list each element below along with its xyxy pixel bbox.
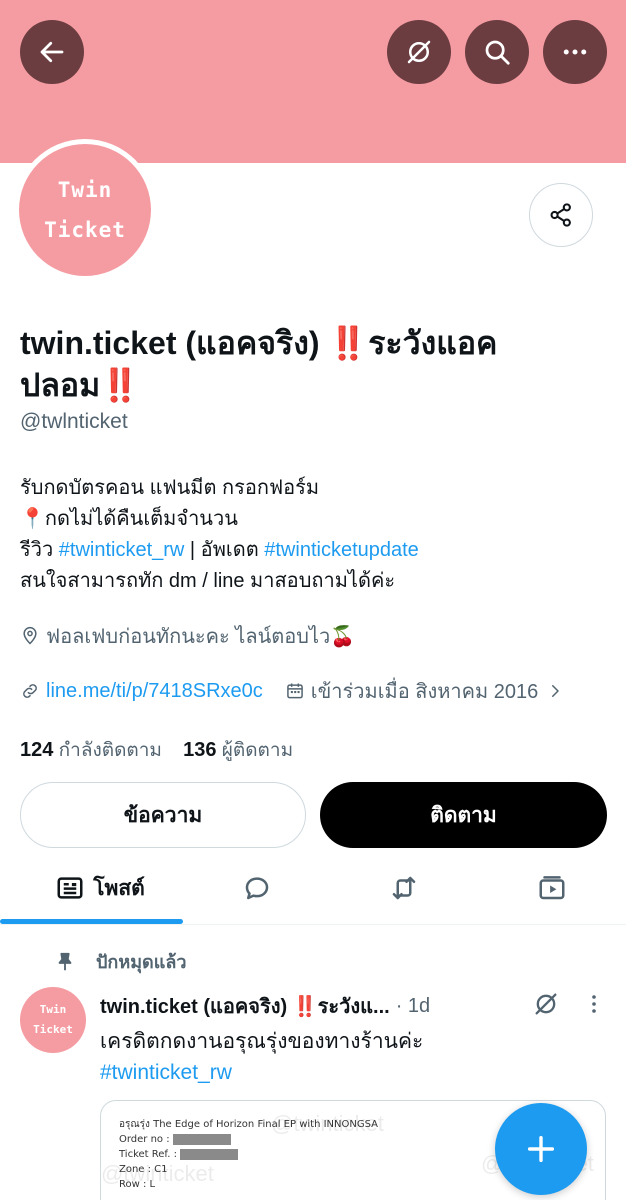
post-author-name[interactable]: twin.ticket (แอคจริง) ‼️ระวังแ... [100, 990, 390, 1022]
post-header: twin.ticket (แอคจริง) ‼️ระวังแ... · 1d [100, 990, 520, 1022]
hashtag-link[interactable]: #twinticket_rw [100, 1057, 600, 1088]
grok-icon [407, 40, 431, 64]
website-link[interactable]: line.me/ti/p/7418SRxe0c [46, 680, 263, 703]
tab-posts-label: โพสต์ [93, 876, 145, 900]
ticket-zone: Zone : C1 [119, 1164, 168, 1175]
ticket-ref-label: Ticket Ref. : [119, 1149, 177, 1160]
profile-banner[interactable] [0, 0, 626, 163]
more-vertical-icon[interactable] [582, 992, 606, 1016]
user-handle: @twlnticket [20, 410, 128, 433]
pinned-label: ปักหมุดแล้ว [96, 952, 187, 972]
bio-line: 📍กดไม่ได้คืนเต็มจำนวน [20, 508, 238, 530]
share-icon [550, 203, 571, 227]
hashtag-link[interactable]: #twinticketupdate [264, 539, 419, 561]
following-count: 124 [20, 739, 54, 761]
avatar-text-line2: Ticket [33, 1023, 73, 1036]
avatar-text-line2: Ticket [44, 218, 126, 242]
posts-icon [57, 877, 83, 899]
more-button[interactable] [543, 20, 607, 84]
tab-reposts[interactable] [372, 853, 436, 923]
bio-line: สนใจสามารถทัก dm / line มาสอบถามได้ค่ะ [20, 570, 396, 592]
bio-text: รีวิว [20, 539, 59, 561]
arrow-left-icon [40, 41, 64, 63]
followers-count: 136 [183, 739, 217, 761]
ticket-order-label: Order no : [119, 1134, 170, 1145]
profile-tabs: โพสต์ [0, 853, 626, 925]
followers-label: ผู้ติดตาม [221, 740, 294, 761]
grok-icon[interactable] [532, 990, 560, 1018]
repost-icon [392, 876, 416, 900]
pinned-label-row: ปักหมุดแล้ว [54, 947, 186, 976]
tab-replies[interactable] [225, 853, 289, 923]
follow-stats: 124 กำลังติดตาม 136 ผู้ติดตาม [20, 735, 293, 765]
location-pin-icon [23, 626, 37, 645]
display-name: twin.ticket (แอคจริง) ‼️ระวังแอคปลอม‼️ [20, 325, 498, 403]
reply-bubble-icon [245, 877, 269, 900]
following-stat[interactable]: 124 กำลังติดตาม [20, 739, 162, 761]
profile-meta-row: line.me/ti/p/7418SRxe0c เข้าร่วมเมื่อ สิ… [20, 675, 564, 707]
ticket-row: Row : L [119, 1179, 156, 1190]
ticket-order-row: Order no : [119, 1132, 378, 1147]
active-tab-indicator [0, 919, 183, 924]
calendar-icon [286, 683, 303, 699]
link-icon [23, 684, 37, 698]
search-button[interactable] [465, 20, 529, 84]
redaction-bar [180, 1148, 239, 1160]
location-text: ฟอลเฟบก่อนทักนะคะ ไลน์ตอบไว🍒 [46, 626, 356, 648]
post-author-avatar[interactable]: Twin Ticket [20, 987, 86, 1053]
more-horizontal-icon [563, 49, 587, 55]
followers-stat[interactable]: 136 ผู้ติดตาม [183, 739, 294, 761]
post-timestamp[interactable]: · 1d [396, 995, 430, 1018]
hashtag-link[interactable]: #twinticket_rw [59, 539, 185, 561]
tab-posts[interactable]: โพสต์ [20, 853, 180, 923]
pin-icon [58, 952, 72, 970]
back-button[interactable] [20, 20, 84, 84]
bio-line: รับกดบัตรคอน แฟนมีต กรอกฟอร์ม [20, 477, 320, 499]
share-button[interactable] [529, 183, 593, 247]
profile-bio: รับกดบัตรคอน แฟนมีต กรอกฟอร์ม 📍กดไม่ได้ค… [20, 473, 610, 597]
plus-icon [527, 1135, 555, 1163]
avatar-text-line1: Twin [57, 178, 113, 202]
ticket-details: อรุณรุ่ง The Edge of Horizon Final EP wi… [119, 1117, 378, 1192]
follow-button[interactable]: ติดตาม [320, 782, 607, 848]
ticket-title: อรุณรุ่ง The Edge of Horizon Final EP wi… [119, 1119, 378, 1130]
tab-media[interactable] [520, 853, 584, 923]
post-text: เครดิตกดงานอรุณรุ่งของทางร้านค่ะ #twinti… [100, 1026, 600, 1088]
redaction-bar [172, 1133, 231, 1145]
video-icon [539, 876, 565, 900]
bio-line: รีวิว #twinticket_rw | อัพเดต #twinticke… [20, 535, 610, 566]
compose-button[interactable] [495, 1103, 587, 1195]
bio-text: | อัพเดต [184, 539, 265, 561]
ticket-ref-row: Ticket Ref. : [119, 1147, 378, 1162]
grok-button[interactable] [387, 20, 451, 84]
following-label: กำลังติดตาม [58, 740, 162, 761]
profile-avatar[interactable]: Twin Ticket [14, 139, 156, 281]
post-text-line: เครดิตกดงานอรุณรุ่งของทางร้านค่ะ [100, 1030, 424, 1053]
chevron-right-icon[interactable] [546, 682, 564, 700]
search-icon [485, 40, 510, 65]
message-button[interactable]: ข้อความ [20, 782, 306, 848]
avatar-text-line1: Twin [39, 1003, 67, 1016]
joined-date: เข้าร่วมเมื่อ สิงหาคม 2016 [310, 681, 539, 703]
profile-location: ฟอลเฟบก่อนทักนะคะ ไลน์ตอบไว🍒 [20, 620, 355, 652]
